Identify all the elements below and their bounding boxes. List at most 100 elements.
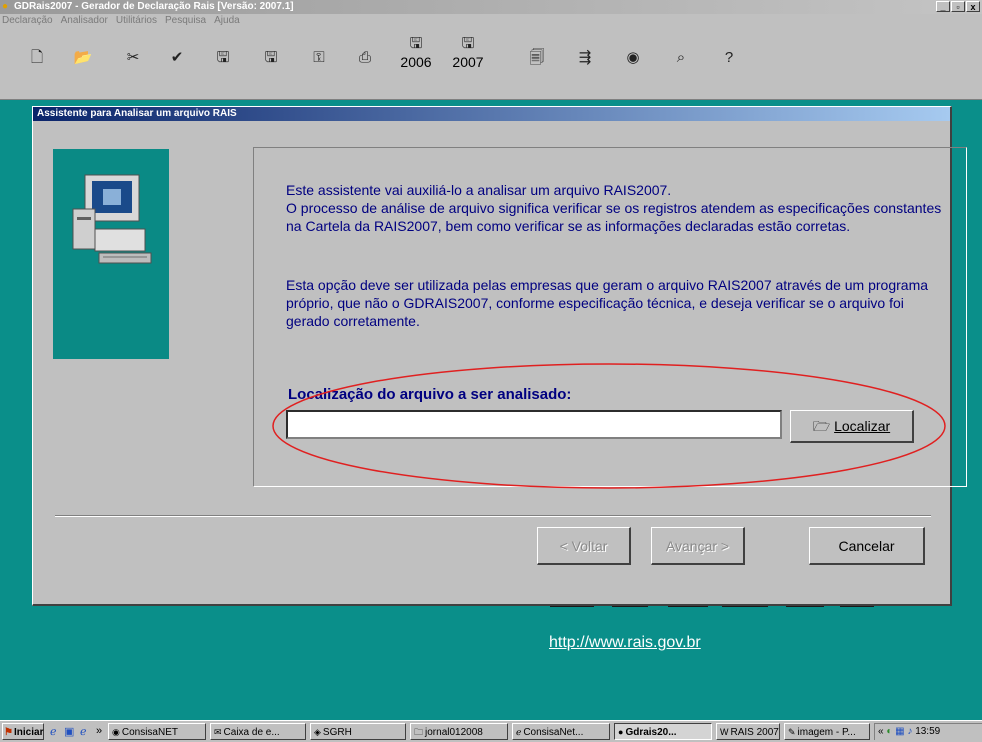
tray-app-icon[interactable]: ▦ bbox=[895, 726, 904, 737]
task-caixa-de-entrada[interactable]: ✉ Caixa de e... bbox=[210, 723, 306, 740]
main-toolbar: 🗋 📂 ✂ ✔ 🖫 🖫 ⚿ ⎙ 🖫 2006 🖫 2007 🗐 ⇶ ◉ ⌕ ? bbox=[0, 28, 982, 100]
import-button[interactable]: 🖫 bbox=[256, 48, 286, 92]
task-imagem-paint[interactable]: ✎ imagem - P... bbox=[784, 723, 870, 740]
print-button[interactable]: ⎙ bbox=[350, 48, 380, 92]
computer-icon bbox=[72, 174, 152, 264]
task-label: imagem - P... bbox=[797, 727, 856, 738]
disk-2007-icon: 🖫 bbox=[461, 35, 475, 52]
tray-expand-chevron[interactable]: « bbox=[878, 726, 884, 737]
background-logo-fragment bbox=[550, 604, 874, 607]
year-2007-button[interactable]: 🖫 2007 bbox=[448, 34, 488, 78]
localizar-button[interactable]: 🗁 Localizar bbox=[790, 410, 914, 443]
disk-2006-icon: 🖫 bbox=[409, 35, 423, 52]
cancel-button[interactable]: Cancelar bbox=[809, 527, 925, 565]
quicklaunch-chevron[interactable]: » bbox=[96, 725, 102, 737]
task-label: Gdrais20... bbox=[625, 727, 677, 738]
task-label: jornal012008 bbox=[425, 727, 483, 738]
task-sgrh[interactable]: ◈ SGRH bbox=[310, 723, 406, 740]
search-icon: ⌕ bbox=[676, 49, 686, 66]
edit-tools-icon: ✂ bbox=[126, 49, 140, 66]
minimize-button[interactable]: _ bbox=[936, 1, 950, 12]
mail-icon: ✉ bbox=[214, 727, 222, 737]
menu-utilitarios[interactable]: Utilitários bbox=[116, 14, 157, 28]
task-label: RAIS 2007... bbox=[730, 727, 780, 738]
paint-icon: ✎ bbox=[788, 727, 796, 737]
edit-tools-button[interactable]: ✂ bbox=[118, 48, 148, 92]
transmit-button[interactable]: ⇶ bbox=[570, 48, 600, 92]
next-button[interactable]: Avançar > bbox=[651, 527, 745, 565]
task-label: ConsisaNET bbox=[121, 727, 178, 738]
printer-icon: ⎙ bbox=[358, 49, 371, 66]
menu-ajuda[interactable]: Ajuda bbox=[214, 14, 240, 28]
wizard-side-panel bbox=[53, 149, 169, 359]
task-jornal[interactable]: 🗀 jornal012008 bbox=[410, 723, 508, 740]
start-button-label: Iniciar bbox=[14, 727, 44, 738]
close-button[interactable]: x bbox=[966, 1, 980, 12]
file-location-input[interactable] bbox=[286, 410, 782, 439]
new-document-button[interactable]: 🗋 bbox=[22, 48, 52, 92]
help-button[interactable]: ? bbox=[714, 48, 744, 92]
export-disk-icon: 🖫 bbox=[216, 49, 230, 66]
folder-icon: 🗀 bbox=[414, 727, 424, 737]
windows-flag-icon: ⚑ bbox=[4, 727, 13, 738]
transmit-icon: ⇶ bbox=[578, 49, 592, 66]
localizar-button-label: Localizar bbox=[834, 418, 891, 434]
ie-quicklaunch-icon[interactable]: ℯ bbox=[50, 725, 57, 738]
task-label: SGRH bbox=[322, 727, 352, 738]
year-2006-label: 2006 bbox=[400, 54, 432, 70]
receipt-icon: 🗐 bbox=[529, 49, 545, 66]
analyze-wizard-dialog: Assistente para Analisar um arquivo RAIS… bbox=[32, 106, 967, 606]
task-label: Caixa de e... bbox=[223, 727, 280, 738]
task-consisanet[interactable]: ◉ ConsisaNET bbox=[108, 723, 206, 740]
desktop-quicklaunch-icon[interactable]: ▣ bbox=[64, 725, 74, 738]
task-consisanet-ie[interactable]: ℯ ConsisaNet... bbox=[512, 723, 610, 740]
new-document-icon: 🗋 bbox=[30, 49, 44, 66]
rais-website-link[interactable]: http://www.rais.gov.br bbox=[549, 634, 701, 652]
ie-icon: ℯ bbox=[516, 727, 522, 737]
window-title: GDRais2007 - Gerador de Declaração Rais … bbox=[14, 1, 294, 12]
menu-pesquisa[interactable]: Pesquisa bbox=[165, 14, 206, 28]
internet-button[interactable]: ◉ bbox=[618, 48, 648, 92]
verify-button[interactable]: ✔ bbox=[162, 48, 192, 92]
window-controls: _ ▫ x bbox=[936, 1, 980, 12]
key-button[interactable]: ⚿ bbox=[304, 48, 334, 92]
globe-icon: ◉ bbox=[626, 49, 640, 66]
receipt-button[interactable]: 🗐 bbox=[522, 48, 552, 92]
tray-network-icon[interactable]: ◐ bbox=[886, 726, 892, 737]
checkmark-icon: ✔ bbox=[170, 49, 184, 66]
back-button[interactable]: < Voltar bbox=[537, 527, 631, 565]
app-icon: ● bbox=[2, 1, 9, 12]
file-location-label: Localização do arquivo a ser analisado: bbox=[288, 386, 572, 403]
year-2007-label: 2007 bbox=[452, 54, 484, 70]
open-folder-icon: 📂 bbox=[73, 49, 93, 66]
task-label: ConsisaNet... bbox=[523, 727, 584, 738]
ie2-quicklaunch-icon[interactable]: ℯ bbox=[80, 725, 87, 738]
wizard-content-panel: Este assistente vai auxiliá-lo a analisa… bbox=[253, 147, 967, 487]
menu-analisador[interactable]: Analisador bbox=[61, 14, 108, 28]
clock: 13:59 bbox=[915, 726, 941, 737]
year-2006-button[interactable]: 🖫 2006 bbox=[396, 34, 436, 78]
tray-volume-icon[interactable]: ♪ bbox=[907, 726, 912, 737]
start-button[interactable]: ⚑ Iniciar bbox=[2, 723, 44, 740]
dialog-separator bbox=[55, 515, 931, 517]
maximize-button[interactable]: ▫ bbox=[951, 1, 965, 12]
search-button[interactable]: ⌕ bbox=[666, 48, 696, 92]
open-folder-button[interactable]: 📂 bbox=[68, 48, 98, 92]
folder-icon: 🗁 bbox=[812, 418, 835, 434]
consisanet-icon: ◉ bbox=[112, 727, 120, 737]
wizard-description-1: Este assistente vai auxiliá-lo a analisa… bbox=[286, 182, 942, 234]
wizard-description-2: Esta opção deve ser utilizada pelas empr… bbox=[286, 277, 929, 329]
export-button[interactable]: 🖫 bbox=[208, 48, 238, 92]
menu-declaracao[interactable]: Declaração bbox=[2, 14, 53, 28]
task-rais-word[interactable]: WRAIS 2007... bbox=[716, 723, 780, 740]
app-title-bar[interactable]: ● GDRais2007 - Gerador de Declaração Rai… bbox=[0, 0, 982, 14]
key-icon: ⚿ bbox=[313, 49, 325, 66]
sgrh-icon: ◈ bbox=[314, 727, 321, 737]
word-icon: W bbox=[720, 727, 729, 737]
menu-bar: Declaração Analisador Utilitários Pesqui… bbox=[0, 14, 982, 28]
dialog-title: Assistente para Analisar um arquivo RAIS bbox=[33, 107, 950, 121]
system-tray: « ◐ ▦ ♪ 13:59 bbox=[874, 723, 982, 740]
help-icon: ? bbox=[724, 49, 734, 66]
import-disk-icon: 🖫 bbox=[264, 49, 278, 66]
task-gdrais[interactable]: ● Gdrais20... bbox=[614, 723, 712, 740]
